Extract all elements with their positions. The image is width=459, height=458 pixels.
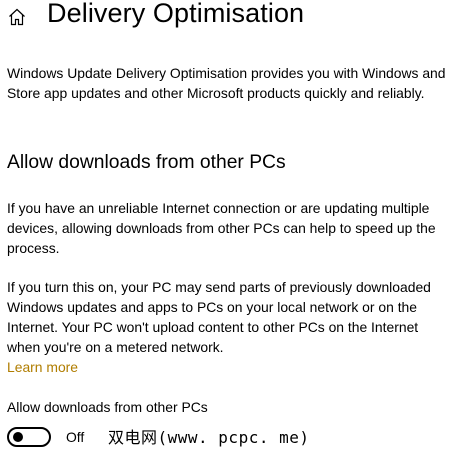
section-title: Allow downloads from other PCs [7,152,286,173]
privacy-paragraph: If you turn this on, your PC may send pa… [7,279,431,355]
description-paragraph: If you have an unreliable Internet conne… [7,200,436,256]
allow-downloads-toggle[interactable] [7,427,51,447]
toggle-knob [13,432,23,442]
toggle-label: Allow downloads from other PCs [7,399,208,415]
toggle-state-text: Off [66,429,85,445]
page-title: Delivery Optimisation [47,0,305,28]
watermark: 双电网(www. pcpc. me) [108,428,310,447]
page-header: Delivery Optimisation [0,0,459,36]
learn-more-link[interactable]: Learn more [7,357,78,377]
intro-text: Windows Update Delivery Optimisation pro… [7,65,446,101]
home-button[interactable] [4,4,30,30]
toggle-row: Off [7,426,84,448]
home-icon [9,8,25,26]
